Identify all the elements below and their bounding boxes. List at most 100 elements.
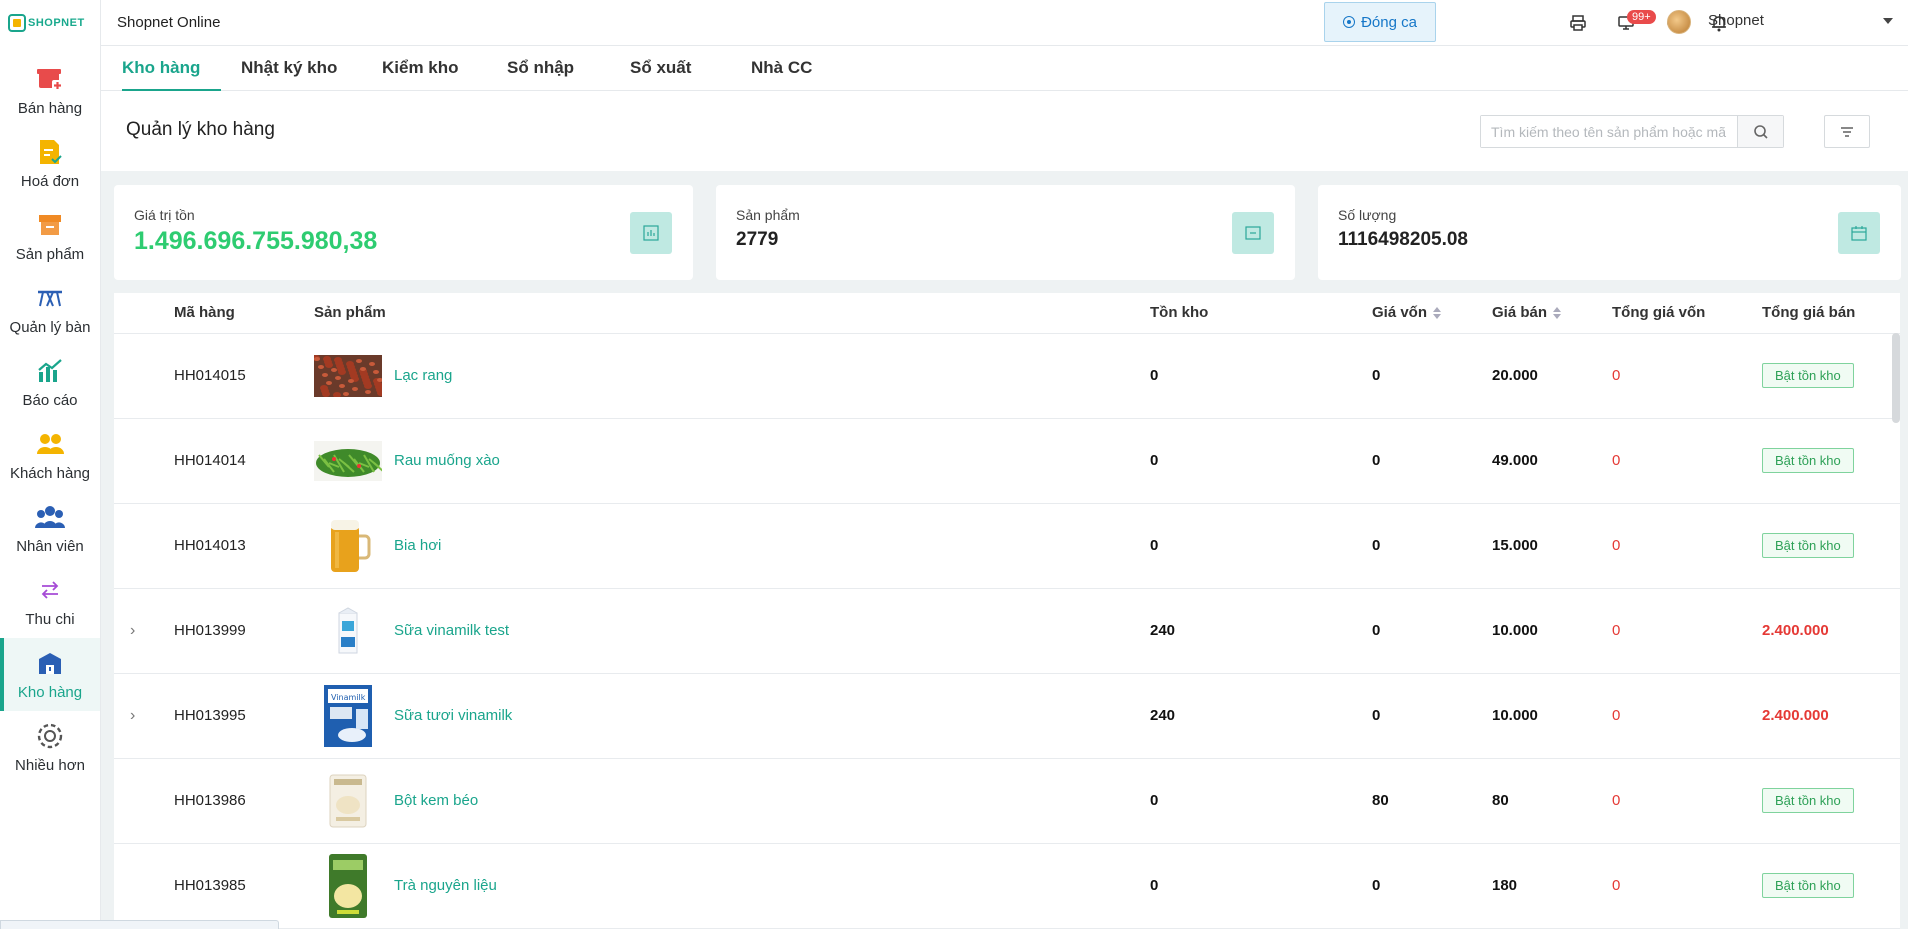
product-thumbnail	[314, 435, 382, 487]
product-thumbnail	[314, 605, 382, 657]
product-thumbnail	[314, 774, 382, 827]
stat-value: 1.496.696.755.980,38	[134, 227, 378, 255]
user-name[interactable]: Shopnet	[1708, 12, 1764, 29]
close-shift-label: Đóng ca	[1361, 13, 1417, 31]
tab-kiem-kho[interactable]: Kiểm kho	[382, 46, 459, 91]
sidebar-item-store-add[interactable]: Bán hàng	[0, 54, 100, 127]
column-header-stock[interactable]: Tồn kho	[1150, 293, 1372, 334]
table-row[interactable]: HH013985 Trà nguyên liệu 0 0 180 0 Bật t…	[114, 843, 1900, 929]
product-thumbnail	[314, 519, 382, 572]
product-name-link[interactable]: Lạc rang	[394, 367, 452, 384]
tab-kho-hang[interactable]: Kho hàng	[122, 46, 221, 91]
total-price-cell[interactable]: Bật tồn kho	[1762, 503, 1900, 589]
column-header-cost[interactable]: Giá vốn	[1372, 293, 1492, 334]
close-shift-button[interactable]: Đóng ca	[1324, 2, 1436, 42]
search-button[interactable]	[1737, 116, 1783, 147]
store-add-icon	[35, 64, 65, 94]
table-row[interactable]: › HH013995 Vinamilk Sữa tươi vinamilk 240…	[114, 673, 1900, 759]
filter-button[interactable]	[1824, 115, 1870, 148]
column-header-cost-label: Giá vốn	[1372, 304, 1428, 322]
product-cell: Vinamilk Sữa tươi vinamilk	[314, 673, 1150, 759]
sidebar-item-label: Sản phẩm	[15, 246, 85, 263]
price-value: 20.000	[1492, 333, 1612, 419]
sidebar-item-invoice[interactable]: Hoá đơn	[0, 127, 100, 200]
box-icon	[1232, 212, 1274, 254]
sidebar-item-chart[interactable]: Báo cáo	[0, 346, 100, 419]
total-cost-value: 0	[1612, 843, 1762, 929]
total-cost-value: 0	[1612, 673, 1762, 759]
stat-value: 2779	[736, 229, 779, 250]
sidebar-item-box[interactable]: Sản phẩm	[0, 200, 100, 273]
price-value: 49.000	[1492, 418, 1612, 504]
product-name-link[interactable]: Sữa tươi vinamilk	[394, 707, 512, 724]
column-header-total-cost[interactable]: Tổng giá vốn	[1612, 293, 1762, 334]
column-header-total-price[interactable]: Tổng giá bán	[1762, 293, 1900, 334]
total-price-value: 2.400.000	[1762, 707, 1829, 724]
sidebar-item-table[interactable]: Quản lý bàn	[0, 273, 100, 346]
enable-stock-button[interactable]: Bật tồn kho	[1762, 448, 1854, 473]
price-value: 180	[1492, 843, 1612, 929]
table-row[interactable]: HH014015 Lạc rang 0 0 20.000 0 Bật tồn k…	[114, 333, 1900, 419]
expand-cell[interactable]: ›	[114, 588, 174, 674]
expand-cell[interactable]: ›	[114, 673, 174, 759]
warehouse-icon	[35, 648, 65, 678]
table-row[interactable]: HH013986 Bột kem béo 0 80 80 0 Bật tồn k…	[114, 758, 1900, 844]
sidebar-item-gear[interactable]: Nhiều hơn	[0, 711, 100, 784]
sidebar-item-warehouse[interactable]: Kho hàng	[0, 638, 100, 711]
chevron-down-icon[interactable]	[1883, 18, 1893, 24]
table-row[interactable]: › HH013999 Sữa vinamilk test 240 0 10.00…	[114, 588, 1900, 674]
chevron-right-icon[interactable]: ›	[114, 622, 135, 639]
tab-nha-cc[interactable]: Nhà CC	[751, 46, 812, 91]
product-cell: Sữa vinamilk test	[314, 588, 1150, 674]
printer-icon[interactable]	[1567, 12, 1589, 34]
expand-cell	[114, 418, 174, 504]
stock-value: 240	[1150, 673, 1372, 759]
sidebar-item-label: Khách hàng	[9, 465, 91, 482]
total-price-cell[interactable]: Bật tồn kho	[1762, 843, 1900, 929]
table-row[interactable]: HH014013 Bia hơi 0 0 15.000 0 Bật tồn kh…	[114, 503, 1900, 589]
transfer-icon	[35, 575, 65, 605]
table-header-row: Mã hàng Sản phẩm Tồn kho Giá vốn Giá bán…	[114, 293, 1900, 334]
column-header-product[interactable]: Sản phẩm	[314, 293, 1150, 334]
enable-stock-button[interactable]: Bật tồn kho	[1762, 788, 1854, 813]
sort-icon[interactable]	[1553, 307, 1562, 320]
total-price-cell[interactable]: Bật tồn kho	[1762, 758, 1900, 844]
enable-stock-button[interactable]: Bật tồn kho	[1762, 533, 1854, 558]
vertical-scrollbar[interactable]	[1892, 333, 1900, 423]
total-price-cell[interactable]: Bật tồn kho	[1762, 333, 1900, 419]
column-header-price[interactable]: Giá bán	[1492, 293, 1612, 334]
product-name-link[interactable]: Rau muống xào	[394, 452, 500, 469]
tab-so-nhap[interactable]: Sổ nhập	[507, 46, 574, 91]
product-name-link[interactable]: Bia hơi	[394, 537, 441, 554]
total-price-cell[interactable]: Bật tồn kho	[1762, 418, 1900, 504]
product-name-link[interactable]: Bột kem béo	[394, 792, 478, 809]
sidebar-item-transfer[interactable]: Thu chi	[0, 565, 100, 638]
table-row[interactable]: HH014014 Rau muống xào 0 0 49.000 0 Bật …	[114, 418, 1900, 504]
chart-icon	[35, 356, 65, 386]
stat-label: Sản phẩm	[736, 207, 800, 223]
product-name-link[interactable]: Trà nguyên liệu	[394, 877, 497, 894]
price-value: 10.000	[1492, 673, 1612, 759]
product-cell: Lạc rang	[314, 333, 1150, 419]
enable-stock-button[interactable]: Bật tồn kho	[1762, 363, 1854, 388]
cost-value: 0	[1372, 418, 1492, 504]
product-code: HH013986	[174, 758, 314, 844]
total-cost-value: 0	[1612, 503, 1762, 589]
shopnet-logo[interactable]: SHOPNET	[0, 0, 100, 46]
search-input[interactable]	[1481, 116, 1737, 147]
chevron-right-icon[interactable]: ›	[114, 707, 135, 724]
sidebar-item-label: Báo cáo	[22, 392, 78, 409]
sort-icon[interactable]	[1433, 307, 1442, 320]
column-header-code[interactable]: Mã hàng	[174, 293, 314, 334]
product-code: HH014013	[174, 503, 314, 589]
sidebar-item-label: Hoá đơn	[20, 173, 80, 190]
product-code: HH013985	[174, 843, 314, 929]
enable-stock-button[interactable]: Bật tồn kho	[1762, 873, 1854, 898]
avatar[interactable]	[1667, 10, 1691, 34]
tab-nhat-ky-kho[interactable]: Nhật ký kho	[241, 46, 337, 91]
product-name-link[interactable]: Sữa vinamilk test	[394, 622, 509, 639]
sidebar-item-customers[interactable]: Khách hàng	[0, 419, 100, 492]
sidebar-item-staff[interactable]: Nhân viên	[0, 492, 100, 565]
tab-so-xuat[interactable]: Sổ xuất	[630, 46, 691, 91]
main-content: Quản lý kho hàng Giá trị tồn 1.496.696.7…	[101, 91, 1908, 929]
